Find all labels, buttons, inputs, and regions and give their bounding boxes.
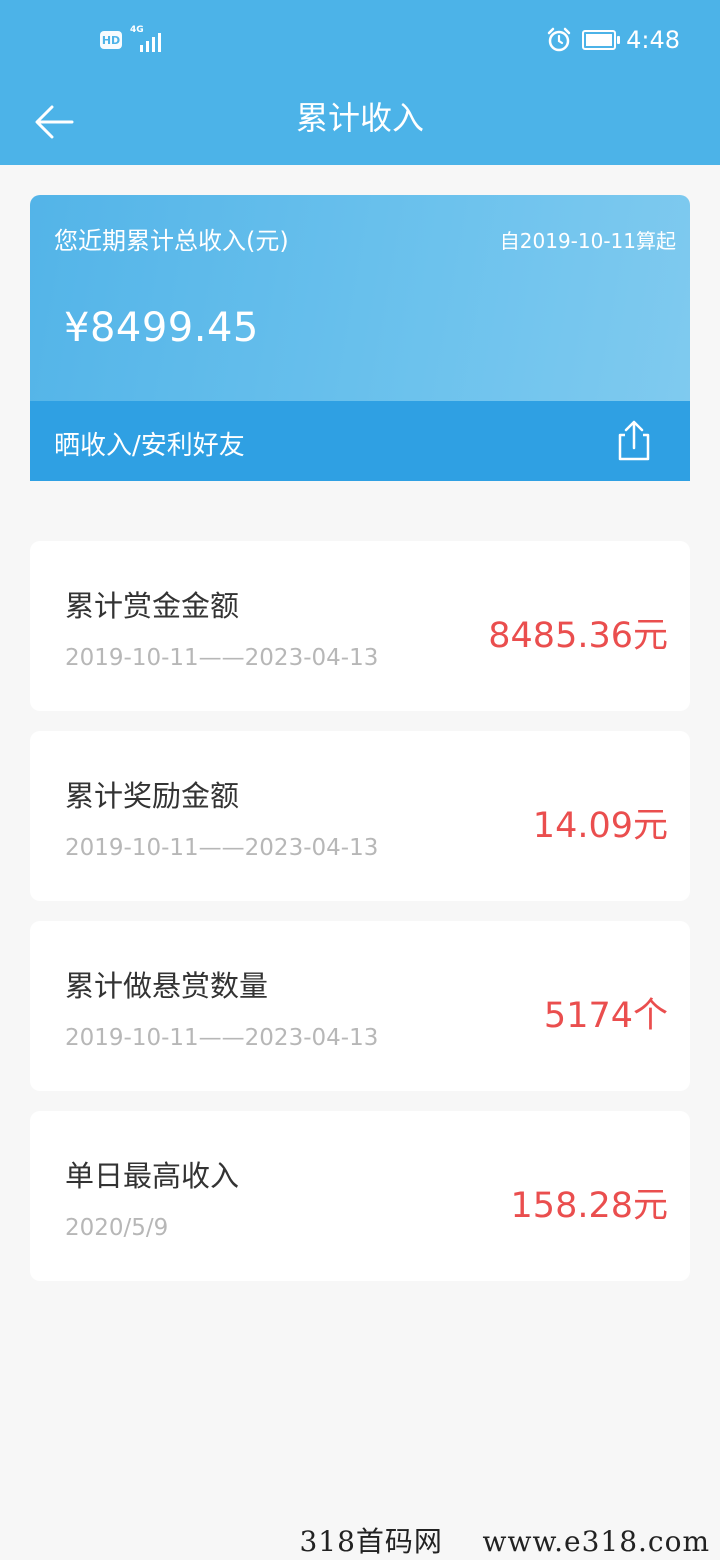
hd-badge: HD (100, 31, 122, 49)
stat-card-daily-max: 单日最高收入 2020/5/9 158.28元 (30, 1111, 690, 1281)
summary-since-date: 自2019-10-11算起 (499, 229, 676, 253)
page: HD 4G 4:48 累计收入 您近期累计总收入(元) 自2019-10-11算… (0, 0, 720, 1560)
stat-value: 5174个 (543, 996, 668, 1036)
alarm-icon (547, 27, 571, 52)
stat-card-task-count: 累计做悬赏数量 2019-10-11——2023-04-13 5174个 (30, 921, 690, 1091)
title-bar: 累计收入 (0, 80, 720, 165)
stat-value: 14.09元 (532, 806, 668, 846)
signal-icon: 4G (130, 26, 170, 52)
stat-value: 8485.36元 (488, 616, 668, 656)
status-left: HD 4G (100, 26, 170, 52)
summary-label: 您近期累计总收入(元) (54, 227, 289, 255)
share-icon[interactable] (612, 419, 656, 463)
stat-value: 158.28元 (510, 1186, 668, 1226)
stat-title: 累计赏金金额 (65, 589, 240, 623)
stat-title: 累计奖励金额 (65, 779, 240, 813)
share-income-bar[interactable]: 晒收入/安利好友 (30, 401, 690, 481)
top-bar: HD 4G 4:48 累计收入 (0, 0, 720, 165)
stat-card-reward-total: 累计奖励金额 2019-10-11——2023-04-13 14.09元 (30, 731, 690, 901)
watermark: 318首码网 www.e318.com (299, 1525, 710, 1558)
stat-date: 2020/5/9 (65, 1215, 169, 1241)
share-income-label: 晒收入/安利好友 (54, 431, 245, 461)
stat-card-bounty-total: 累计赏金金额 2019-10-11——2023-04-13 8485.36元 (30, 541, 690, 711)
battery-charging-icon (582, 30, 621, 50)
total-income-amount: ¥8499.45 (64, 305, 259, 351)
stat-title: 累计做悬赏数量 (65, 969, 269, 1003)
stat-date-range: 2019-10-11——2023-04-13 (65, 1025, 379, 1051)
status-time: 4:48 (626, 26, 680, 54)
income-summary-card: 您近期累计总收入(元) 自2019-10-11算起 ¥8499.45 晒收入/安… (30, 195, 690, 481)
page-title: 累计收入 (295, 99, 424, 137)
status-right: 4:48 (546, 26, 680, 54)
status-bar: HD 4G 4:48 (0, 0, 720, 80)
stat-date-range: 2019-10-11——2023-04-13 (65, 835, 379, 861)
summary-top: 您近期累计总收入(元) 自2019-10-11算起 ¥8499.45 (30, 195, 690, 401)
stat-date-range: 2019-10-11——2023-04-13 (65, 645, 379, 671)
stat-title: 单日最高收入 (65, 1159, 240, 1193)
